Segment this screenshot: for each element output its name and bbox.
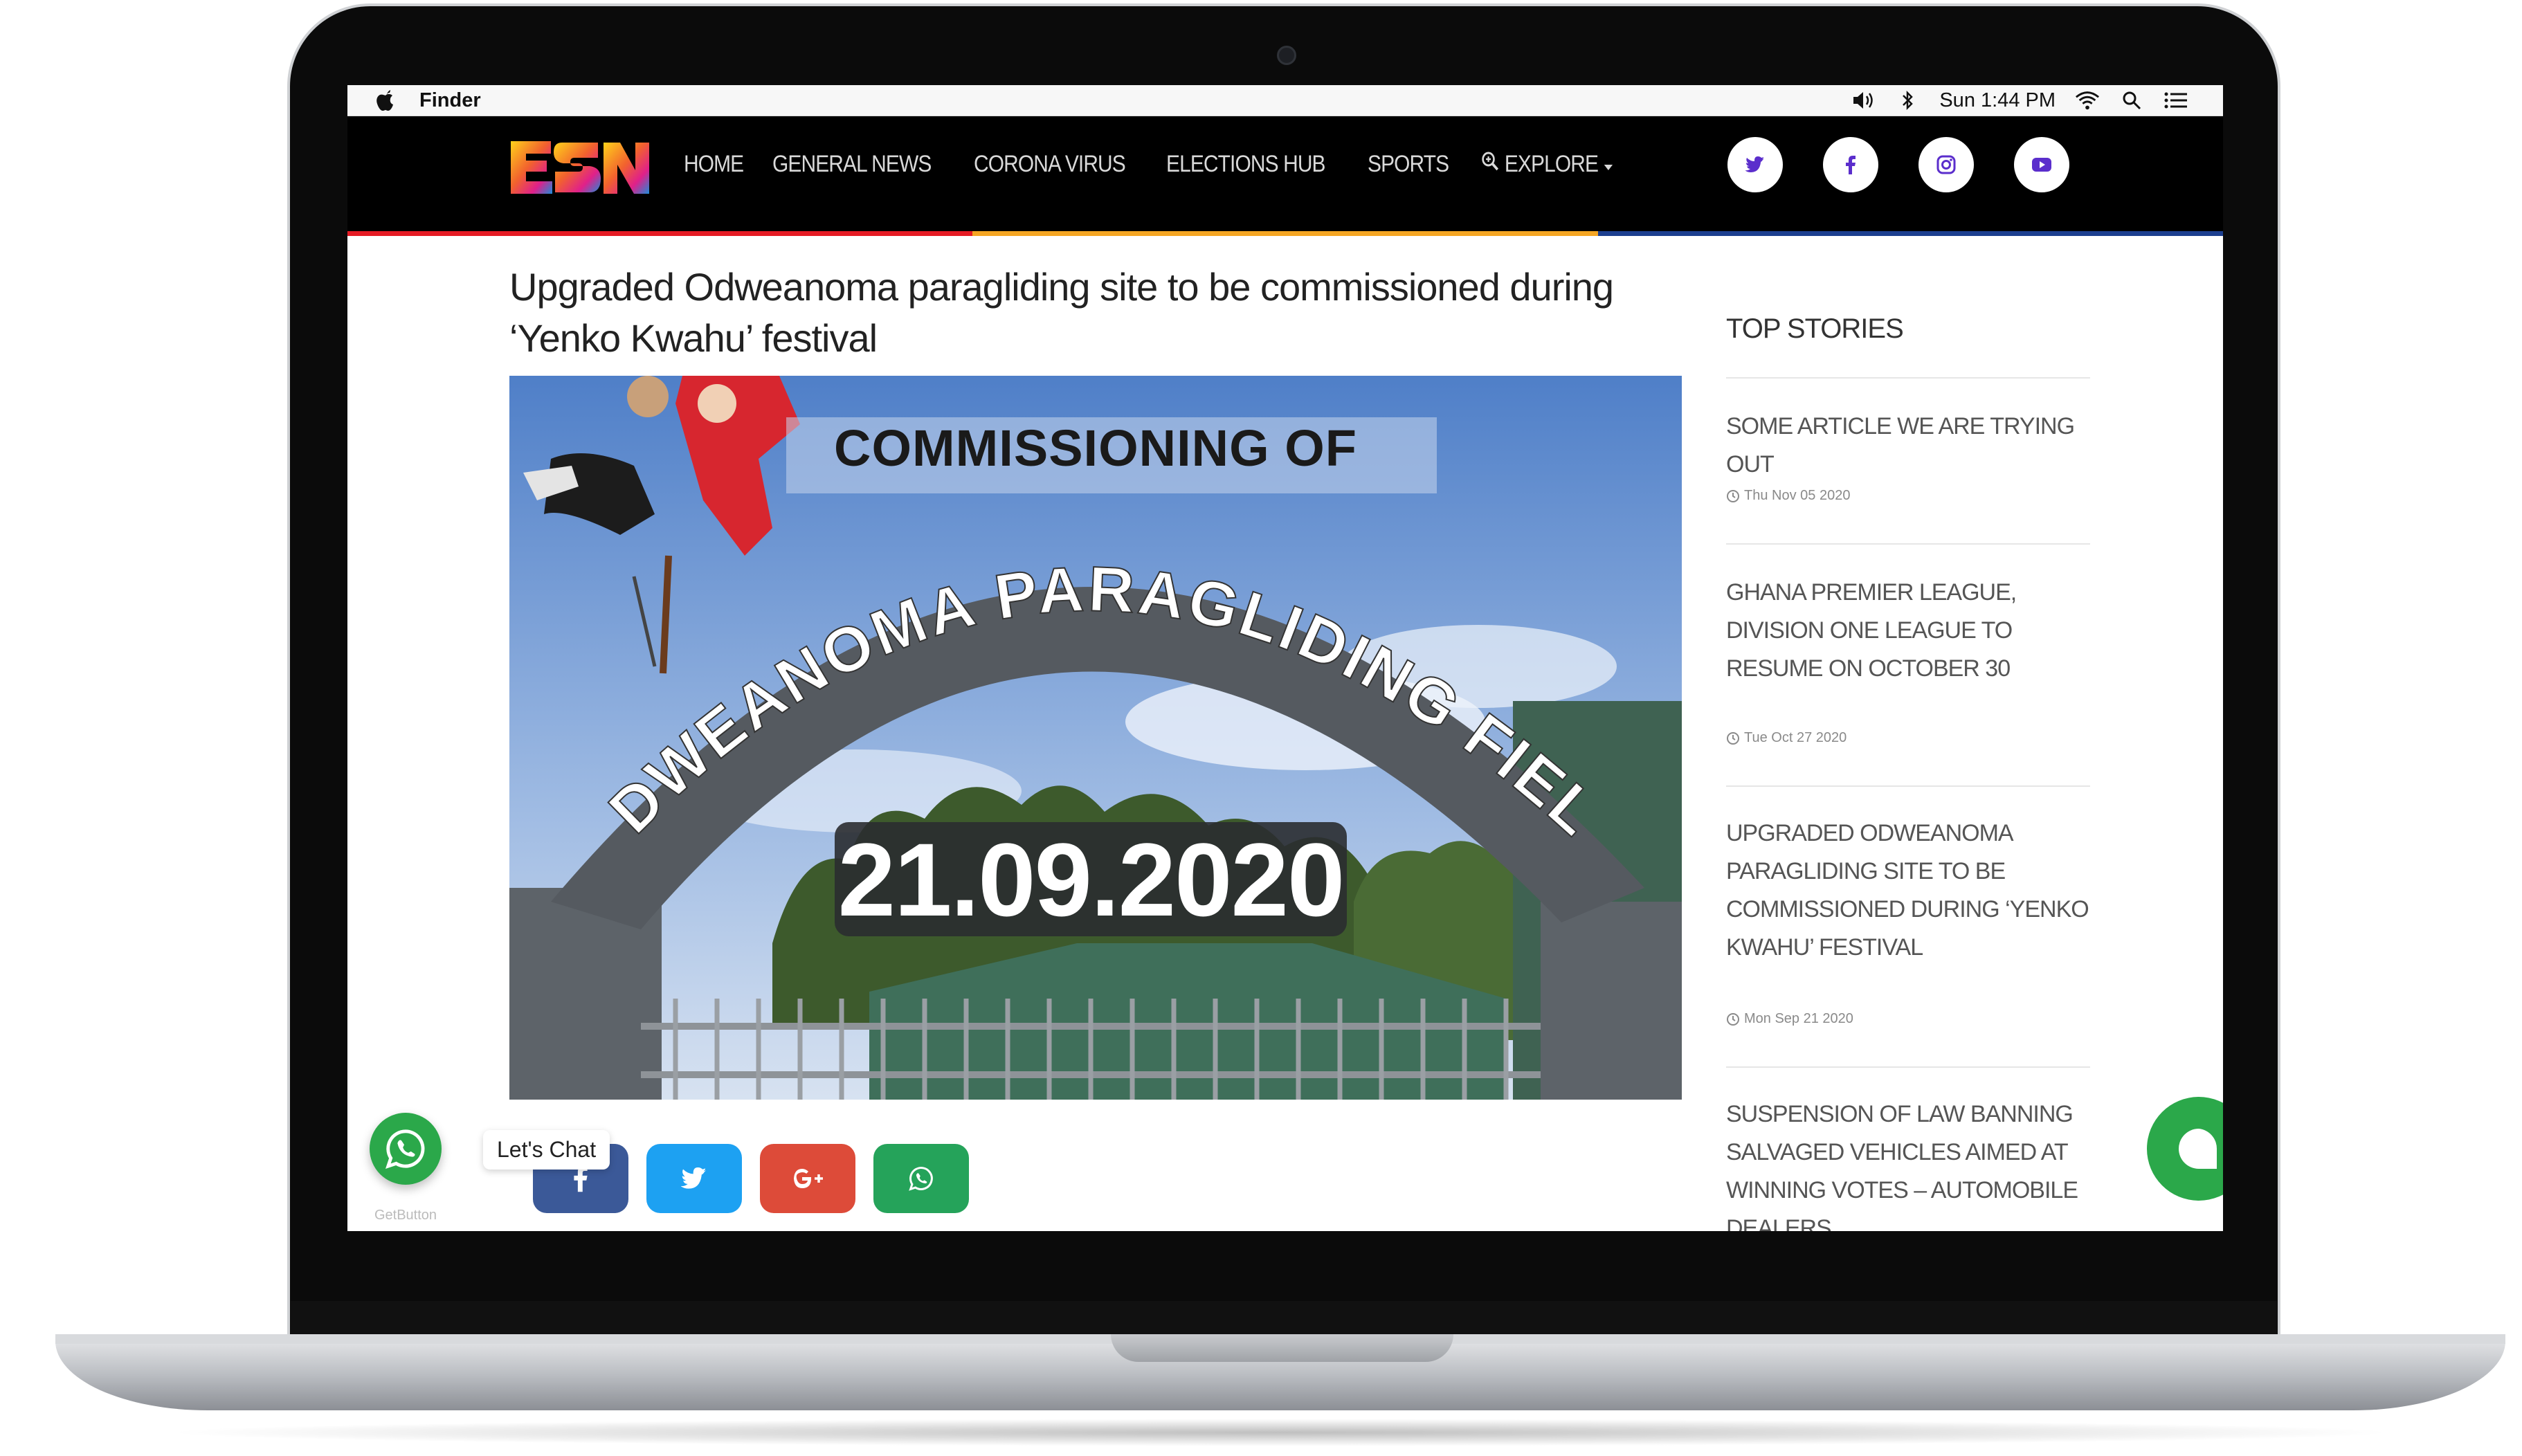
share-whatsapp-button[interactable] bbox=[873, 1144, 969, 1213]
caret-down-icon bbox=[1603, 165, 1613, 170]
nav-corona-virus[interactable]: CORONA VIRUS bbox=[974, 151, 1126, 178]
twitter-social-button[interactable] bbox=[1727, 137, 1783, 192]
clock-icon bbox=[1727, 1012, 1739, 1026]
main-nav: HOME GENERAL NEWS CORONA VIRUS ELECTIONS… bbox=[684, 151, 1631, 178]
sidebar-divider bbox=[1726, 377, 2090, 379]
live-chat-button[interactable] bbox=[2147, 1097, 2223, 1201]
whatsapp-chat-label[interactable]: Let's Chat bbox=[483, 1130, 610, 1170]
top-story-date: Thu Nov 05 2020 bbox=[1726, 488, 1850, 504]
top-story-date-text: Tue Oct 27 2020 bbox=[1744, 730, 1847, 745]
macos-menu-bar: Finder Sun 1:44 PM bbox=[347, 85, 2223, 116]
stripe-blue bbox=[1597, 231, 2223, 236]
whatsapp-icon bbox=[909, 1167, 933, 1191]
share-google-plus-button[interactable] bbox=[760, 1144, 855, 1213]
site-header: HOME GENERAL NEWS CORONA VIRUS ELECTIONS… bbox=[347, 116, 2223, 231]
facebook-icon bbox=[1846, 156, 1856, 174]
top-story-date: Tue Oct 27 2020 bbox=[1726, 730, 1847, 746]
nav-home[interactable]: HOME bbox=[684, 151, 744, 178]
stripe-red bbox=[347, 231, 973, 236]
volume-icon[interactable] bbox=[1851, 88, 1876, 113]
finder-menu[interactable]: Finder bbox=[419, 89, 481, 112]
facebook-social-button[interactable] bbox=[1823, 137, 1878, 192]
notification-center-icon[interactable] bbox=[2163, 88, 2188, 113]
youtube-social-button[interactable] bbox=[2014, 137, 2069, 192]
esn-logo[interactable] bbox=[508, 138, 652, 197]
google-plus-icon bbox=[794, 1169, 823, 1188]
hero-date-text: 21.09.2020 bbox=[837, 821, 1345, 938]
top-story-link[interactable]: UPGRADED ODWEANOMA PARAGLIDING SITE TO B… bbox=[1726, 815, 2090, 967]
nav-sports[interactable]: SPORTS bbox=[1368, 151, 1449, 178]
getbutton-credit[interactable]: GetButton bbox=[370, 1208, 442, 1223]
top-story-link[interactable]: SUSPENSION OF LAW BANNING SALVAGED VEHIC… bbox=[1726, 1095, 2090, 1231]
article-hero-image[interactable]: ODWEANOMA PARAGLIDING FIELD COMMISSIONIN… bbox=[509, 376, 1682, 1100]
nav-explore-dropdown[interactable]: EXPLORE bbox=[1481, 151, 1613, 178]
menubar-clock[interactable]: Sun 1:44 PM bbox=[1939, 89, 2056, 112]
hero-top-text: COMMISSIONING OF bbox=[834, 419, 1357, 477]
whatsapp-icon bbox=[385, 1129, 425, 1170]
sidebar-divider bbox=[1726, 785, 2090, 787]
twitter-icon bbox=[681, 1167, 707, 1189]
wifi-icon[interactable] bbox=[2075, 88, 2100, 113]
chat-bubble-icon bbox=[2178, 1129, 2217, 1169]
webcam bbox=[1277, 46, 1296, 65]
top-stories-heading: TOP STORIES bbox=[1726, 313, 1904, 344]
laptop-notch bbox=[1111, 1334, 1453, 1362]
top-story-date: Mon Sep 21 2020 bbox=[1726, 1011, 1853, 1027]
top-story-date-text: Mon Sep 21 2020 bbox=[1744, 1011, 1853, 1026]
article-headline: Upgraded Odweanoma paragliding site to b… bbox=[509, 265, 1614, 360]
instagram-icon bbox=[1936, 155, 1956, 174]
header-color-stripe bbox=[347, 231, 2223, 236]
nav-explore-label: EXPLORE bbox=[1504, 151, 1598, 177]
apple-icon[interactable] bbox=[375, 89, 403, 112]
stripe-gold bbox=[972, 231, 1598, 236]
search-plus-icon bbox=[1481, 152, 1498, 171]
sidebar-divider bbox=[1726, 1066, 2090, 1068]
menubar-status-area: Sun 1:44 PM bbox=[1851, 88, 2188, 113]
spotlight-search-icon[interactable] bbox=[2119, 88, 2144, 113]
clock-icon bbox=[1727, 731, 1739, 745]
nav-general-news[interactable]: GENERAL NEWS bbox=[772, 151, 932, 178]
top-story-link[interactable]: SOME ARTICLE WE ARE TRYING OUT bbox=[1726, 408, 2090, 484]
laptop-screen: Finder Sun 1:44 PM HOME GENERAL NEWS COR… bbox=[347, 85, 2223, 1231]
instagram-social-button[interactable] bbox=[1918, 137, 1974, 192]
clock-icon bbox=[1727, 489, 1739, 502]
top-story-date-text: Thu Nov 05 2020 bbox=[1744, 488, 1851, 503]
share-twitter-button[interactable] bbox=[646, 1144, 742, 1213]
whatsapp-chat-button[interactable] bbox=[370, 1113, 442, 1185]
top-story-link[interactable]: GHANA PREMIER LEAGUE, DIVISION ONE LEAGU… bbox=[1726, 574, 2090, 688]
twitter-icon bbox=[1745, 156, 1764, 172]
nav-elections-hub[interactable]: ELECTIONS HUB bbox=[1166, 151, 1326, 178]
bluetooth-icon[interactable] bbox=[1895, 88, 1920, 113]
sidebar-divider bbox=[1726, 543, 2090, 545]
laptop-shadow bbox=[159, 1419, 2402, 1446]
youtube-icon bbox=[2032, 158, 2051, 172]
